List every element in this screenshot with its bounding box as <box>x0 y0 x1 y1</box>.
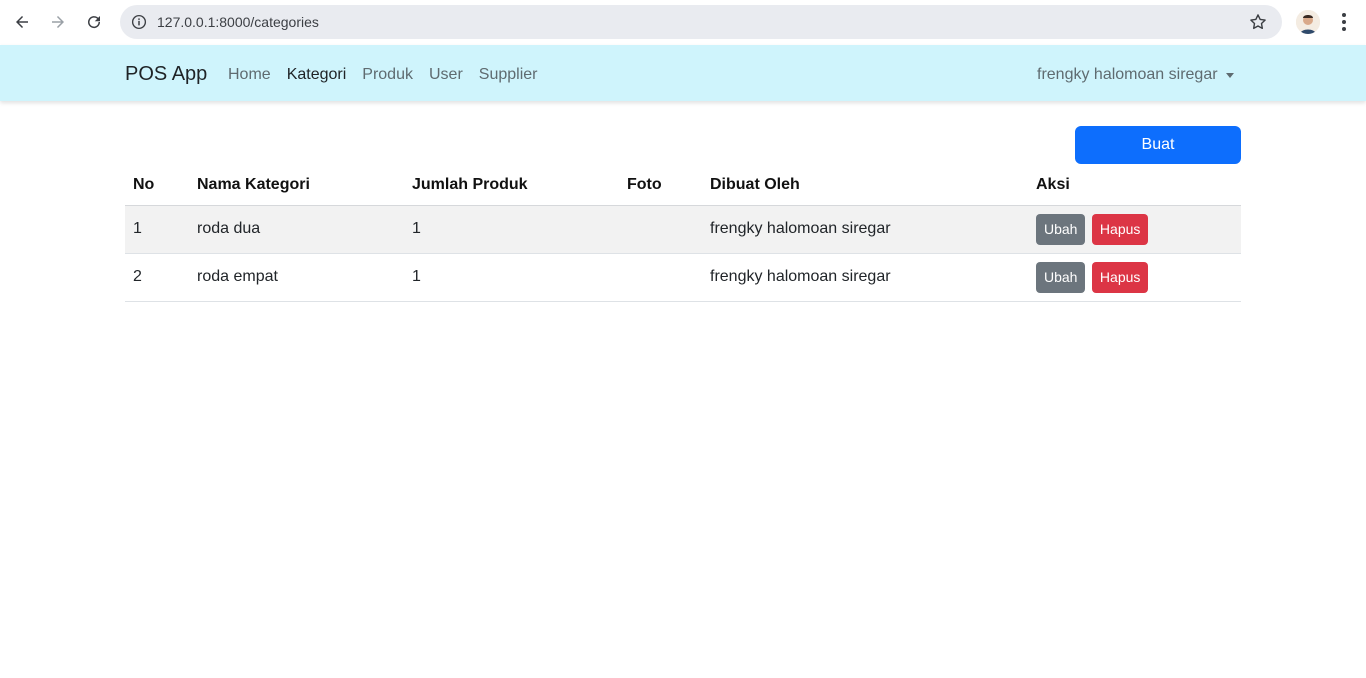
dot-icon <box>1342 13 1346 17</box>
profile-avatar[interactable] <box>1296 10 1320 34</box>
table-row: 2 roda empat 1 frengky halomoan siregar … <box>125 253 1241 302</box>
table-row: 1 roda dua 1 frengky halomoan siregar Ub… <box>125 205 1241 254</box>
create-button[interactable]: Buat <box>1075 126 1241 164</box>
cell-no: 1 <box>125 205 189 254</box>
forward-button[interactable] <box>40 4 76 40</box>
app-navbar: POS App Home Kategori Produk User Suppli… <box>0 45 1366 101</box>
dot-icon <box>1342 20 1346 24</box>
cell-aksi: Ubah Hapus <box>1028 253 1241 302</box>
cell-nama: roda empat <box>189 253 404 302</box>
cell-dibuat: frengky halomoan siregar <box>702 253 1028 302</box>
cell-foto <box>619 205 702 254</box>
avatar-icon <box>1296 10 1320 34</box>
nav-link-home[interactable]: Home <box>228 66 271 84</box>
header-jumlah-produk: Jumlah Produk <box>404 165 619 206</box>
cell-dibuat: frengky halomoan siregar <box>702 205 1028 254</box>
bookmark-star-icon[interactable] <box>1248 12 1268 32</box>
nav-link-kategori[interactable]: Kategori <box>287 66 347 84</box>
reload-button[interactable] <box>76 4 112 40</box>
address-bar[interactable]: 127.0.0.1:8000/categories <box>120 5 1282 39</box>
url-text[interactable]: 127.0.0.1:8000/categories <box>157 14 319 30</box>
arrow-left-icon <box>16 16 28 28</box>
categories-table: No Nama Kategori Jumlah Produk Foto Dibu… <box>125 165 1241 302</box>
arrow-right-icon <box>52 16 64 28</box>
brand-link[interactable]: POS App <box>125 63 207 86</box>
edit-button[interactable]: Ubah <box>1036 261 1086 293</box>
dot-icon <box>1342 27 1346 31</box>
caret-down-icon <box>1225 72 1234 78</box>
user-dropdown[interactable]: frengky halomoan siregar <box>1037 66 1234 84</box>
header-aksi: Aksi <box>1028 165 1241 206</box>
delete-button[interactable]: Hapus <box>1091 261 1149 293</box>
header-foto: Foto <box>619 165 702 206</box>
cell-jumlah: 1 <box>404 253 619 302</box>
nav-link-produk[interactable]: Produk <box>362 66 413 84</box>
reload-icon <box>88 16 101 29</box>
cell-foto <box>619 253 702 302</box>
browser-menu-button[interactable] <box>1336 10 1352 34</box>
user-name: frengky halomoan siregar <box>1037 66 1218 83</box>
browser-toolbar: 127.0.0.1:8000/categories <box>0 0 1366 45</box>
cell-aksi: Ubah Hapus <box>1028 205 1241 254</box>
cell-jumlah: 1 <box>404 205 619 254</box>
nav-links: Home Kategori Produk User Supplier <box>228 66 537 84</box>
back-button[interactable] <box>4 4 40 40</box>
info-icon[interactable] <box>130 13 148 31</box>
nav-link-user[interactable]: User <box>429 66 463 84</box>
header-dibuat-oleh: Dibuat Oleh <box>702 165 1028 206</box>
table-header-row: No Nama Kategori Jumlah Produk Foto Dibu… <box>125 165 1241 206</box>
cell-nama: roda dua <box>189 205 404 254</box>
nav-link-supplier[interactable]: Supplier <box>479 66 538 84</box>
edit-button[interactable]: Ubah <box>1036 213 1086 245</box>
header-nama-kategori: Nama Kategori <box>189 165 404 206</box>
delete-button[interactable]: Hapus <box>1091 213 1149 245</box>
cell-no: 2 <box>125 253 189 302</box>
header-no: No <box>125 165 189 206</box>
